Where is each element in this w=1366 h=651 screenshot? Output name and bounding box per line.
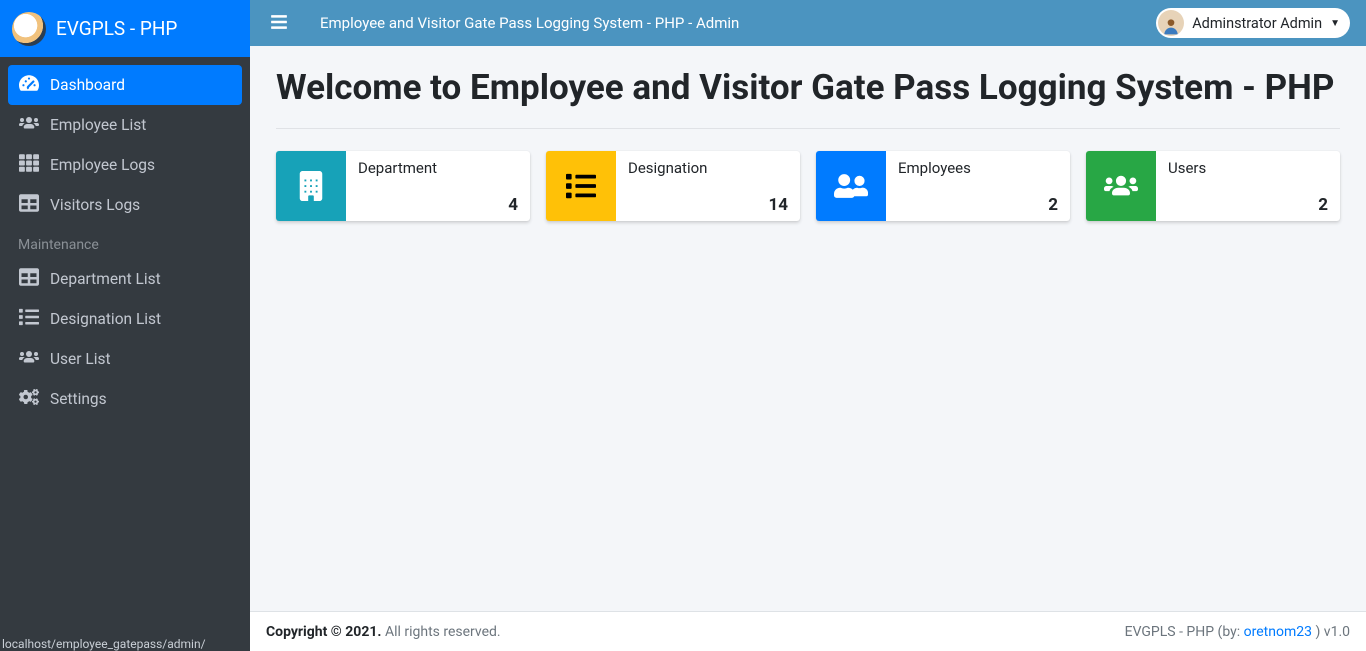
footer-copyright-strong: Copyright © 2021. [266,624,381,640]
sidebar-item-label: Visitors Logs [50,196,140,214]
topnav-title: Employee and Visitor Gate Pass Logging S… [320,14,739,32]
footer-copyright-rest: All rights reserved. [381,624,500,640]
user-friends-icon [816,151,886,221]
user-menu[interactable]: Adminstrator Admin ▼ [1156,8,1350,38]
sidebar-header-maintenance: Maintenance [8,225,242,259]
card-value: 2 [898,195,1058,215]
info-cards: Department 4 Designation 14 [276,151,1340,221]
sidebar-item-label: Settings [50,390,107,408]
divider [276,128,1340,129]
sidebar-item-employee-list[interactable]: Employee List [8,105,242,145]
sidebar-item-label: Department List [50,270,161,288]
page-title: Welcome to Employee and Visitor Gate Pas… [276,66,1340,110]
sidebar-item-label: Employee Logs [50,156,155,174]
main: Employee and Visitor Gate Pass Logging S… [250,0,1366,651]
sidebar-toggle-button[interactable] [266,9,292,38]
card-label: Department [358,159,518,177]
sidebar-item-label: Employee List [50,116,146,134]
sidebar: EVGPLS - PHP Dashboard Employee List [0,0,250,651]
card-label: Users [1168,159,1328,177]
users-icon [1086,151,1156,221]
building-icon [276,151,346,221]
card-label: Employees [898,159,1058,177]
sidebar-item-dashboard[interactable]: Dashboard [8,65,242,105]
footer: Copyright © 2021. All rights reserved. E… [250,611,1366,651]
card-department[interactable]: Department 4 [276,151,530,221]
sidebar-item-visitors-logs[interactable]: Visitors Logs [8,185,242,225]
brand[interactable]: EVGPLS - PHP [0,0,250,57]
users-icon [18,347,40,371]
avatar-icon [1158,10,1184,36]
sidebar-item-label: Dashboard [50,76,125,94]
card-value: 14 [628,195,788,215]
sidebar-item-designation-list[interactable]: Designation List [8,299,242,339]
card-employees[interactable]: Employees 2 [816,151,1070,221]
tachometer-icon [18,73,40,97]
sidebar-item-user-list[interactable]: User List [8,339,242,379]
sidebar-item-label: Designation List [50,310,161,328]
brand-logo-icon [12,12,46,46]
bars-icon [270,13,288,31]
card-value: 4 [358,195,518,215]
th-list-icon [18,267,40,291]
sidebar-item-label: User List [50,350,111,368]
sidebar-item-employee-logs[interactable]: Employee Logs [8,145,242,185]
sidebar-item-settings[interactable]: Settings [8,379,242,419]
sidebar-item-department-list[interactable]: Department List [8,259,242,299]
th-list-icon [18,153,40,177]
users-icon [18,113,40,137]
list-icon [546,151,616,221]
top-navbar: Employee and Visitor Gate Pass Logging S… [250,0,1366,46]
card-value: 2 [1168,195,1328,215]
card-users[interactable]: Users 2 [1086,151,1340,221]
sidebar-nav: Dashboard Employee List Employee Logs [0,57,250,427]
table-icon [18,193,40,217]
cogs-icon [18,387,40,411]
user-name: Adminstrator Admin [1192,15,1322,32]
footer-right: EVGPLS - PHP (by: oretnom23 ) v1.0 [1125,624,1350,640]
caret-down-icon: ▼ [1330,18,1340,29]
card-label: Designation [628,159,788,177]
footer-author-link[interactable]: oretnom23 [1244,624,1312,640]
card-designation[interactable]: Designation 14 [546,151,800,221]
content: Welcome to Employee and Visitor Gate Pas… [250,46,1366,611]
brand-text: EVGPLS - PHP [56,17,177,40]
list-icon [18,307,40,331]
